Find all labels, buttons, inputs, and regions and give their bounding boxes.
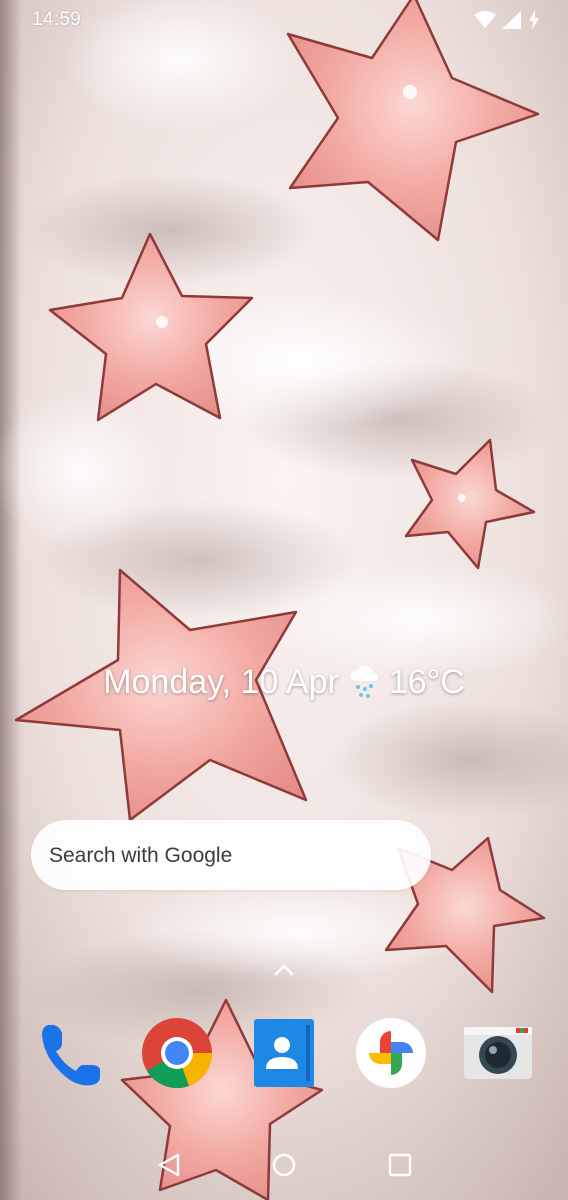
- chevron-up-icon[interactable]: [270, 960, 298, 980]
- wifi-icon: [474, 11, 496, 28]
- navigation-bar: [0, 1140, 568, 1190]
- app-dock: [0, 1015, 568, 1095]
- contacts-icon[interactable]: [246, 1015, 322, 1091]
- date-weather-widget[interactable]: Monday, 10 Apr 16°C: [0, 656, 568, 708]
- battery-charging-icon: [529, 10, 539, 30]
- cell-signal-icon: [502, 11, 521, 29]
- status-bar: 14:59: [0, 0, 568, 40]
- recents-icon[interactable]: [385, 1150, 415, 1180]
- camera-icon[interactable]: [460, 1015, 536, 1091]
- status-time: 14:59: [32, 9, 82, 30]
- search-placeholder: Search with Google: [49, 844, 233, 867]
- chrome-icon[interactable]: [139, 1015, 215, 1091]
- home-icon[interactable]: [269, 1150, 299, 1180]
- photos-icon[interactable]: [353, 1015, 429, 1091]
- rain-cloud-icon[interactable]: [349, 665, 379, 699]
- back-icon[interactable]: [154, 1150, 184, 1180]
- date-text[interactable]: Monday, 10 Apr: [103, 663, 339, 702]
- google-search-bar[interactable]: Search with Google: [31, 820, 431, 890]
- phone-icon[interactable]: [32, 1015, 108, 1091]
- temperature-text[interactable]: 16°C: [389, 663, 465, 702]
